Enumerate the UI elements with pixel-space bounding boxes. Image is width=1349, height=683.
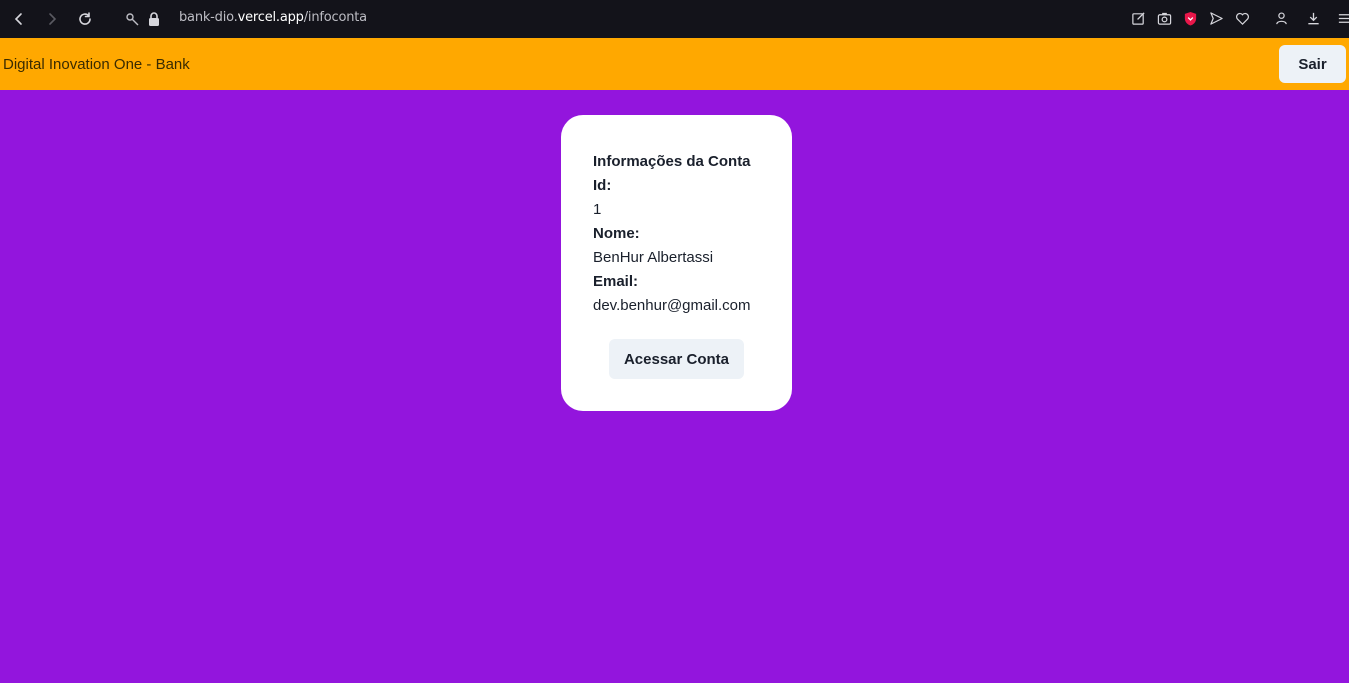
key-icon[interactable] bbox=[125, 11, 141, 27]
edit-icon[interactable] bbox=[1131, 11, 1146, 31]
send-icon[interactable] bbox=[1209, 11, 1224, 31]
menu-icon[interactable] bbox=[1337, 11, 1349, 31]
id-label: Id: bbox=[593, 177, 612, 194]
camera-icon[interactable] bbox=[1157, 11, 1172, 31]
url-path: /infoconta bbox=[303, 10, 367, 25]
profile-icon[interactable] bbox=[1274, 11, 1289, 31]
back-icon[interactable] bbox=[11, 11, 27, 27]
name-label: Nome: bbox=[593, 225, 640, 242]
url-prefix: bank-dio. bbox=[179, 10, 238, 25]
card-heading: Informações da Conta bbox=[593, 153, 751, 170]
email-value: dev.benhur@gmail.com bbox=[593, 297, 751, 314]
address-bar[interactable]: bank-dio.vercel.app/infoconta bbox=[179, 10, 367, 25]
email-label: Email: bbox=[593, 273, 639, 290]
heart-icon[interactable] bbox=[1235, 11, 1250, 31]
id-value: 1 bbox=[593, 201, 602, 218]
download-icon[interactable] bbox=[1306, 11, 1321, 31]
access-account-button[interactable]: Acessar Conta bbox=[609, 339, 744, 379]
app-title: Digital Inovation One - Bank bbox=[3, 56, 190, 73]
name-value: BenHur Albertassi bbox=[593, 249, 714, 266]
forward-icon[interactable] bbox=[44, 11, 60, 27]
logout-button[interactable]: Sair bbox=[1279, 45, 1346, 83]
url-domain: vercel.app bbox=[237, 10, 304, 25]
account-info-card: Informações da Conta Id: 1 Nome: BenHur … bbox=[561, 115, 792, 411]
lock-icon[interactable] bbox=[146, 11, 162, 27]
browser-toolbar: bank-dio.vercel.app/infoconta bbox=[0, 0, 1349, 38]
shield-icon[interactable] bbox=[1183, 11, 1198, 31]
app-header: Digital Inovation One - Bank bbox=[0, 38, 1349, 90]
reload-icon[interactable] bbox=[77, 11, 93, 27]
